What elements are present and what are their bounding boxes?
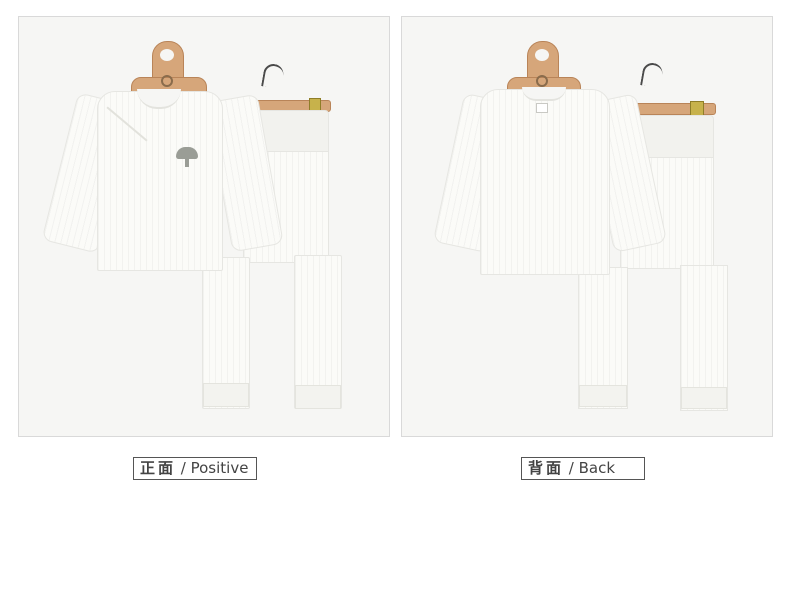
hanger-logo-icon (536, 75, 548, 87)
hanger-logo-icon (161, 75, 173, 87)
caption-back-cn: 背面 (528, 459, 565, 477)
product-image-front (18, 16, 390, 437)
product-image-back (401, 16, 773, 437)
neck-label-icon (536, 103, 548, 113)
caption-front-cn: 正面 (140, 459, 177, 477)
caption-back-en: / Back (568, 459, 616, 477)
caption-back: 背面 / Back (521, 457, 645, 480)
caption-front-en: / Positive (180, 459, 249, 477)
caption-front: 正面 / Positive (133, 457, 257, 480)
